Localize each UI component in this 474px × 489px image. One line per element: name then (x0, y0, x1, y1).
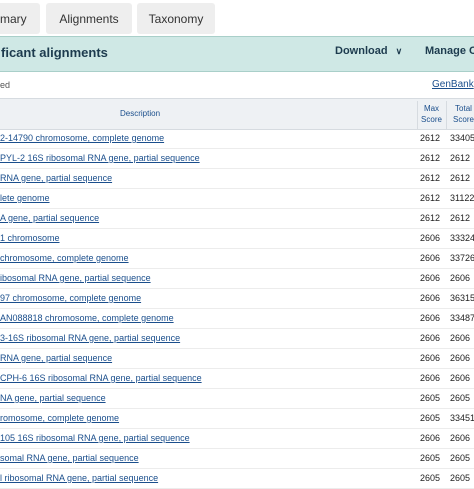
column-header-max-score[interactable]: Max Score (417, 101, 445, 129)
row-total-score: 33324 (450, 233, 474, 243)
row-max-score: 2606 (420, 233, 441, 243)
row-max-score: 2612 (420, 133, 441, 143)
row-max-score: 2612 (420, 173, 441, 183)
table-row: chromosome, complete genome 2606 33726 (0, 249, 474, 269)
row-total-score: 31122 (450, 193, 474, 203)
alignments-header-bar: ficant alignments Download ∨ Manage C (0, 36, 474, 72)
row-max-score: 2606 (420, 373, 441, 383)
selection-bar: ed GenBank (0, 72, 474, 98)
row-description-link[interactable]: 1 chromosome (0, 233, 60, 243)
row-description-link[interactable]: AN088818 chromosome, complete genome (0, 313, 174, 323)
table-row: AN088818 chromosome, complete genome 2606… (0, 309, 474, 329)
selection-text: ed (0, 80, 11, 90)
row-description-link[interactable]: A gene, partial sequence (0, 213, 99, 223)
table-row: NA gene, partial sequence 2605 2605 (0, 389, 474, 409)
row-max-score: 2612 (420, 213, 441, 223)
row-total-score: 2606 (450, 273, 471, 283)
row-total-score: 2612 (450, 213, 471, 223)
row-max-score: 2606 (420, 253, 441, 263)
row-total-score: 2612 (450, 153, 471, 163)
row-max-score: 2612 (420, 153, 441, 163)
tab-summary[interactable]: mary (0, 3, 40, 34)
download-button[interactable]: Download ∨ (335, 45, 402, 57)
row-description-link[interactable]: 97 chromosome, complete genome (0, 293, 141, 303)
row-max-score: 2606 (420, 293, 441, 303)
total-score-label-line1: Total (455, 104, 472, 113)
table-header: Description Max Score Total Score (0, 98, 474, 130)
tab-taxonomy[interactable]: Taxonomy (137, 3, 215, 34)
row-total-score: 2605 (450, 453, 471, 463)
tab-bar: mary Alignments Taxonomy (0, 0, 474, 38)
row-description-link[interactable]: 2-14790 chromosome, complete genome (0, 133, 164, 143)
table-row: 3-16S ribosomal RNA gene, partial sequen… (0, 329, 474, 349)
section-title: ficant alignments (1, 45, 108, 60)
row-description-link[interactable]: CPH-6 16S ribosomal RNA gene, partial se… (0, 373, 202, 383)
chevron-down-icon: ∨ (395, 46, 403, 56)
table-row: 105 16S ribosomal RNA gene, partial sequ… (0, 429, 474, 449)
row-description-link[interactable]: ibosomal RNA gene, partial sequence (0, 273, 151, 283)
column-header-description[interactable]: Description (120, 109, 160, 118)
tab-alignments[interactable]: Alignments (46, 3, 132, 34)
row-description-link[interactable]: chromosome, complete genome (0, 253, 129, 263)
table-row: ibosomal RNA gene, partial sequence 2606 2… (0, 269, 474, 289)
table-row: 2-14790 chromosome, complete genome 2612 3… (0, 129, 474, 149)
row-description-link[interactable]: romosome, complete genome (0, 413, 119, 423)
row-max-score: 2605 (420, 393, 441, 403)
table-row: PYL-2 16S ribosomal RNA gene, partial se… (0, 149, 474, 169)
table-row: l ribosomal RNA gene, partial sequence 26… (0, 469, 474, 489)
row-description-link[interactable]: RNA gene, partial sequence (0, 353, 112, 363)
max-score-label-line2: Score (421, 115, 442, 124)
table-row: 97 chromosome, complete genome 2606 36315 (0, 289, 474, 309)
row-description-link[interactable]: l ribosomal RNA gene, partial sequence (0, 473, 158, 483)
column-header-total-score[interactable]: Total Score (446, 101, 474, 129)
row-total-score: 33726 (450, 253, 474, 263)
alignments-table-body: 2-14790 chromosome, complete genome 2612 3… (0, 129, 474, 489)
row-max-score: 2605 (420, 453, 441, 463)
row-max-score: 2612 (420, 193, 441, 203)
table-row: lete genome 2612 31122 (0, 189, 474, 209)
row-total-score: 2606 (450, 373, 471, 383)
row-max-score: 2606 (420, 313, 441, 323)
row-total-score: 33405 (450, 133, 474, 143)
row-description-link[interactable]: RNA gene, partial sequence (0, 173, 112, 183)
row-total-score: 2612 (450, 173, 471, 183)
max-score-label-line1: Max (423, 104, 440, 113)
row-total-score: 2605 (450, 393, 471, 403)
table-row: A gene, partial sequence 2612 2612 (0, 209, 474, 229)
row-total-score: 33487 (450, 313, 474, 323)
manage-columns-button[interactable]: Manage C (425, 45, 474, 57)
row-max-score: 2606 (420, 333, 441, 343)
genbank-link[interactable]: GenBank (432, 79, 474, 90)
row-total-score: 2606 (450, 433, 471, 443)
row-description-link[interactable]: somal RNA gene, partial sequence (0, 453, 139, 463)
row-description-link[interactable]: PYL-2 16S ribosomal RNA gene, partial se… (0, 153, 200, 163)
row-max-score: 2606 (420, 273, 441, 283)
table-row: RNA gene, partial sequence 2612 2612 (0, 169, 474, 189)
row-total-score: 33451 (450, 413, 474, 423)
table-row: somal RNA gene, partial sequence 2605 2605 (0, 449, 474, 469)
row-total-score: 36315 (450, 293, 474, 303)
download-label: Download (335, 45, 388, 57)
row-max-score: 2606 (420, 353, 441, 363)
row-max-score: 2605 (420, 413, 441, 423)
table-row: RNA gene, partial sequence 2606 2606 (0, 349, 474, 369)
total-score-label-line2: Score (453, 115, 474, 124)
row-description-link[interactable]: 105 16S ribosomal RNA gene, partial sequ… (0, 433, 190, 443)
row-total-score: 2605 (450, 473, 471, 483)
table-row: romosome, complete genome 2605 33451 (0, 409, 474, 429)
row-description-link[interactable]: 3-16S ribosomal RNA gene, partial sequen… (0, 333, 180, 343)
row-total-score: 2606 (450, 353, 471, 363)
row-description-link[interactable]: NA gene, partial sequence (0, 393, 106, 403)
row-description-link[interactable]: lete genome (0, 193, 50, 203)
row-max-score: 2605 (420, 473, 441, 483)
row-max-score: 2606 (420, 433, 441, 443)
row-total-score: 2606 (450, 333, 471, 343)
table-row: CPH-6 16S ribosomal RNA gene, partial se… (0, 369, 474, 389)
table-row: 1 chromosome 2606 33324 (0, 229, 474, 249)
